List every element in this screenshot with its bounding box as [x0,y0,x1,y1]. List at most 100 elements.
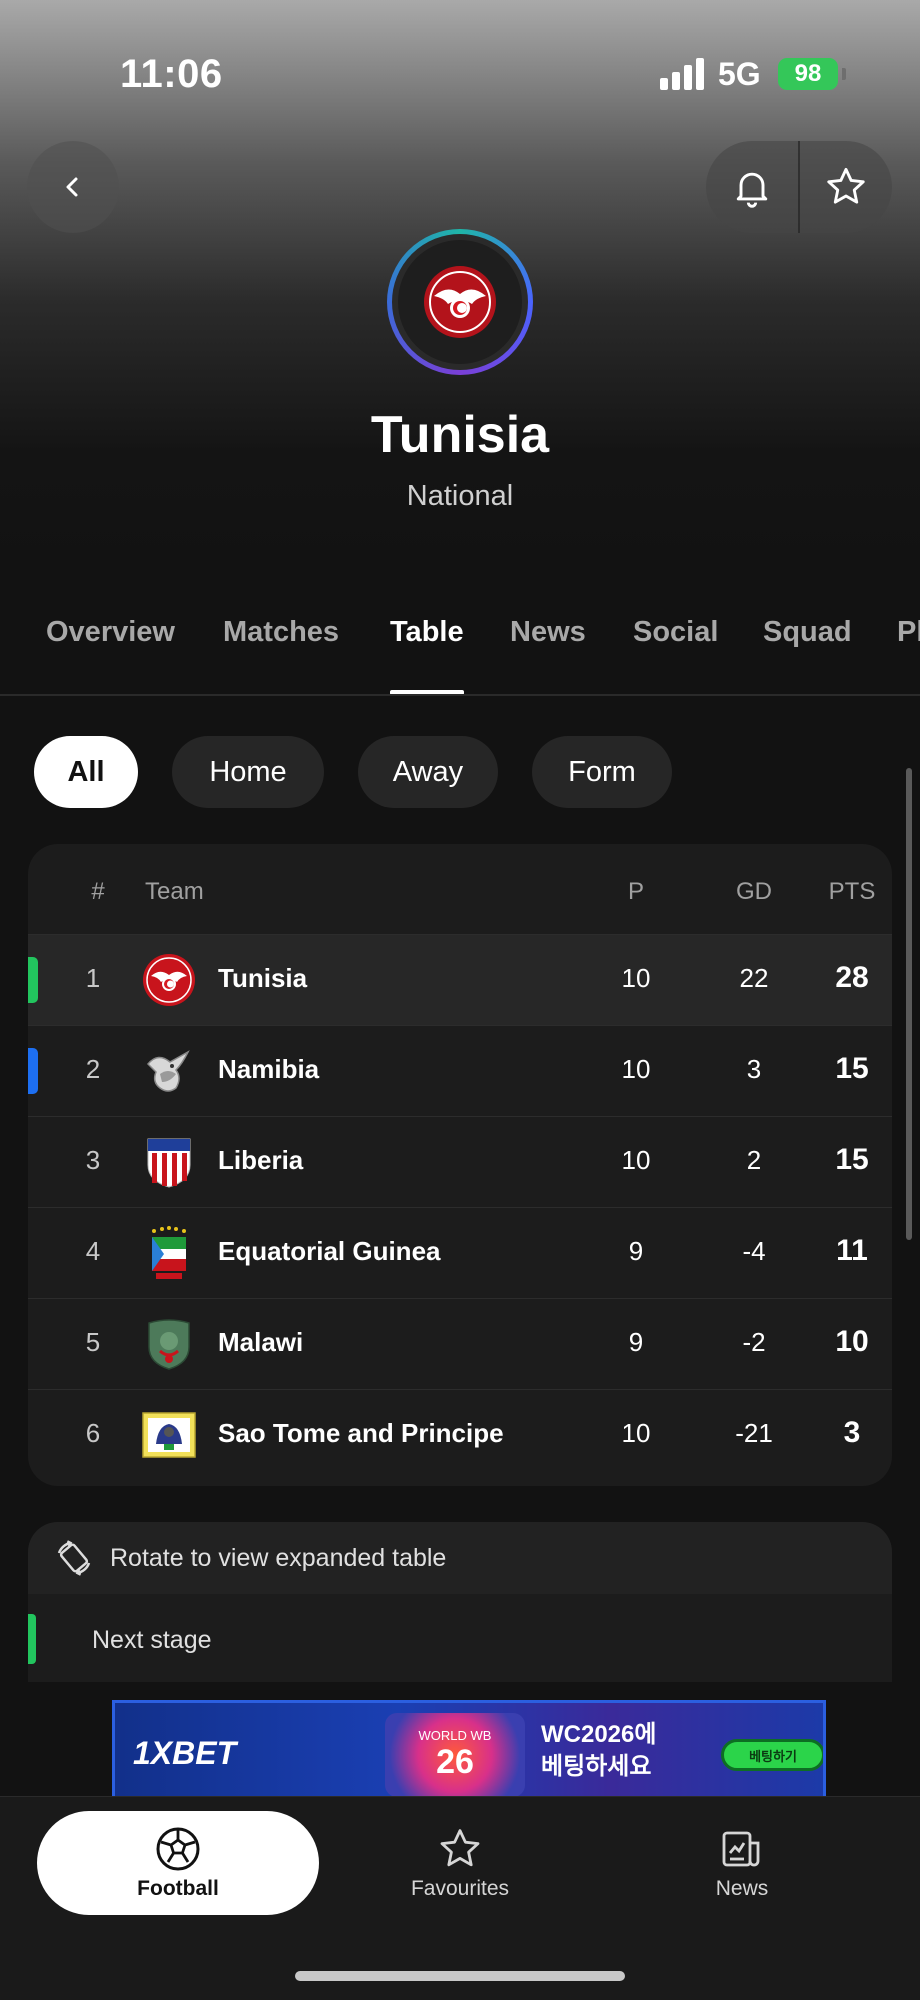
battery-icon [842,68,846,80]
status-bar: 11:06 5G 98 [0,0,920,150]
row-team-name: Sao Tome and Principe [218,1418,504,1448]
table-row[interactable]: 3 Liberia 10 2 15 [28,1116,892,1207]
row-played: 10 [621,1054,651,1084]
row-position: 5 [85,1327,101,1357]
ad-badge-small: WORLD WB [418,1728,492,1743]
tunisia-crest-icon [141,952,197,1008]
header-goal-difference: GD [736,878,772,905]
star-icon [827,167,865,204]
row-goal-difference: -21 [735,1418,773,1448]
row-team-name: Equatorial Guinea [218,1236,441,1266]
filter-away[interactable]: Away [358,736,498,808]
table-row[interactable]: 2 Namibia 10 3 15 [28,1025,892,1116]
qualification-indicator [28,957,38,1003]
nav-favourites[interactable]: Favourites [360,1811,560,1915]
equatorial-guinea-crest-icon [141,1225,197,1281]
rotate-hint: Rotate to view expanded table [28,1522,892,1594]
row-played: 10 [621,963,651,993]
team-name: Tunisia [370,406,550,464]
table-filters: All Home Away Form [0,736,920,810]
ad-badge-big: 26 [436,1743,474,1781]
tab-squad[interactable]: Squad [763,616,852,649]
standings-table: # Team P GD PTS 1 Tunisia 10 22 28 2 Nam… [28,844,892,1486]
star-icon [440,1829,480,1867]
row-position: 2 [85,1054,101,1084]
tab-overview[interactable]: Overview [46,616,175,649]
legend-label: Next stage [92,1626,212,1654]
ad-brand: 1XBET [133,1735,237,1771]
tab-players[interactable]: Pl [897,616,920,649]
nav-label: Favourites [410,1877,510,1900]
ad-headline-line2: 베팅하세요 [541,1753,652,1780]
filter-form[interactable]: Form [532,736,672,808]
row-team-name: Malawi [218,1327,304,1357]
row-goal-difference: 3 [746,1054,762,1084]
notifications-button[interactable] [706,141,798,233]
rotate-icon [57,1540,91,1576]
namibia-crest-icon [141,1043,197,1099]
signal-icon [660,58,706,90]
header-team: Team [145,878,204,905]
table-row[interactable]: 5 Malawi 9 -2 10 [28,1298,892,1389]
ad-headline: WC2026에 베팅하세요 [541,1719,656,1783]
row-points: 11 [836,1234,868,1267]
sao-tome-crest-icon [141,1407,197,1463]
row-goal-difference: 22 [739,963,769,993]
tab-news[interactable]: News [510,616,586,649]
status-time: 11:06 [120,52,223,96]
team-logo [387,229,533,375]
team-type: National [406,480,514,512]
home-indicator[interactable] [295,1971,625,1981]
table-row[interactable]: 1 Tunisia 10 22 28 [28,934,892,1025]
table-row[interactable]: 4 Equatorial Guinea 9 -4 11 [28,1207,892,1298]
row-played: 10 [621,1145,651,1175]
row-played: 9 [628,1236,644,1266]
news-icon [722,1831,760,1867]
nav-label: News [715,1877,769,1900]
row-team-name: Tunisia [218,963,308,993]
active-tab-indicator [390,690,464,694]
bell-icon [736,172,768,208]
header-actions [706,141,892,233]
legend-next-stage: Next stage [28,1596,892,1682]
row-goal-difference: -4 [742,1236,766,1266]
row-team-name: Namibia [218,1054,320,1084]
filter-home[interactable]: Home [172,736,324,808]
qualification-indicator [28,1048,38,1094]
row-points: 15 [835,1143,869,1176]
tunisia-crest-icon [392,234,528,370]
malawi-crest-icon [141,1316,197,1372]
filter-all[interactable]: All [34,736,138,808]
tab-bar: Overview Matches Table News Social Squad… [0,600,920,696]
row-played: 10 [621,1418,651,1448]
row-goal-difference: 2 [746,1145,762,1175]
back-button[interactable] [27,141,119,233]
nav-football[interactable]: Football [37,1811,319,1915]
ad-banner[interactable]: 1XBET WORLD WB 26 WC2026에 베팅하세요 베팅하기 [112,1700,826,1800]
header-position: # [91,878,105,905]
ad-headline-line1: WC2026에 [541,1721,657,1748]
row-position: 1 [85,963,101,993]
network-type: 5G [718,56,761,92]
table-footer: Rotate to view expanded table Next stage [28,1522,892,1682]
row-team-name: Liberia [218,1145,304,1175]
tab-matches[interactable]: Matches [223,616,339,649]
football-icon [156,1827,200,1871]
header-played: P [627,878,644,905]
scrollbar[interactable] [906,768,912,1240]
follow-button[interactable] [800,141,892,233]
tab-social[interactable]: Social [633,616,718,649]
row-goal-difference: -2 [742,1327,766,1357]
ad-cta-button[interactable]: 베팅하기 [721,1739,823,1771]
table-row[interactable]: 6 Sao Tome and Principe 10 -21 3 [28,1389,892,1480]
row-position: 6 [85,1418,101,1448]
header-points: PTS [828,878,876,905]
row-position: 4 [85,1236,101,1266]
row-points: 3 [843,1416,861,1449]
nav-news[interactable]: News [642,1811,842,1915]
tab-table[interactable]: Table [390,616,464,649]
ad-badge: WORLD WB 26 [385,1713,525,1797]
row-played: 9 [628,1327,644,1357]
chevron-left-icon [66,177,78,197]
row-points: 15 [835,1052,869,1085]
